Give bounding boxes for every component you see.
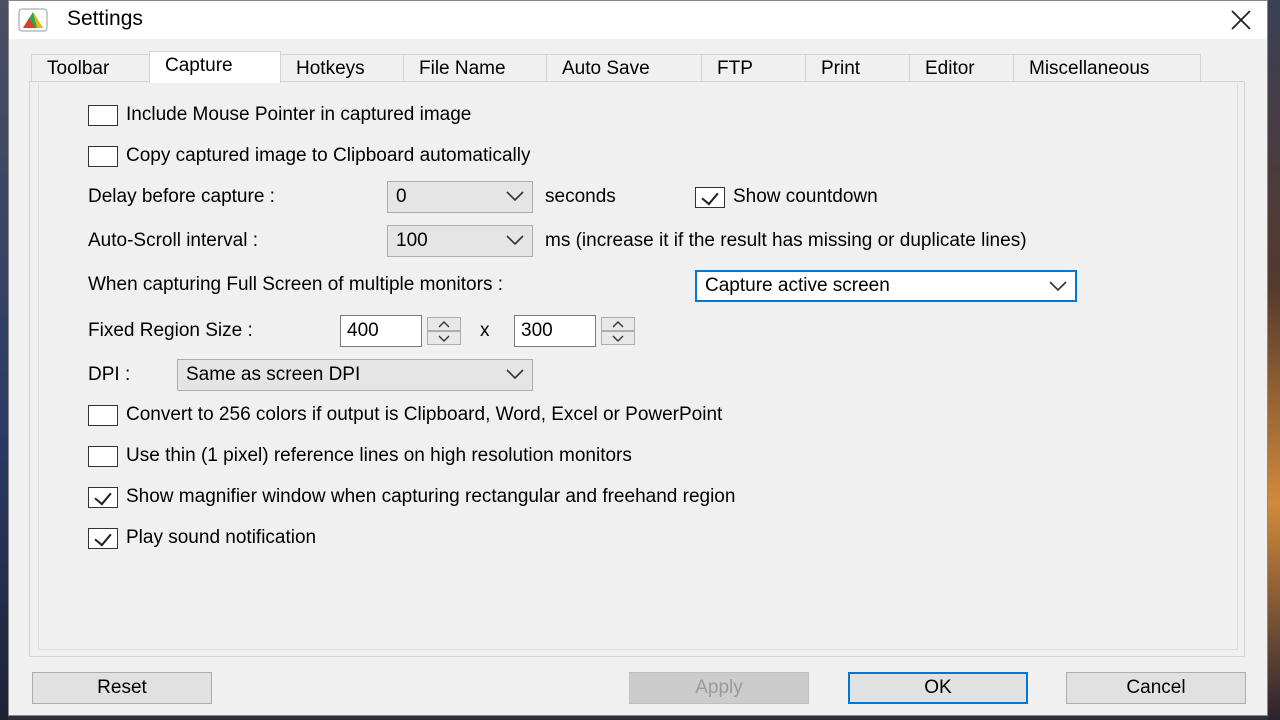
include-pointer-option[interactable]: Include Mouse Pointer in captured image (88, 104, 471, 126)
tab-toolbar[interactable]: Toolbar (31, 54, 150, 82)
chevron-down-icon (506, 235, 524, 246)
include-pointer-checkbox[interactable] (88, 104, 118, 126)
chevron-down-icon (506, 191, 524, 202)
show-countdown-label: Show countdown (733, 186, 878, 207)
chevron-down-icon (506, 369, 524, 380)
width-decrement-button[interactable] (427, 331, 461, 345)
convert-256-checkbox[interactable] (88, 404, 118, 426)
tab-auto-save[interactable]: Auto Save (546, 54, 702, 82)
tab-editor[interactable]: Editor (909, 54, 1014, 82)
copy-clipboard-checkbox[interactable] (88, 145, 118, 167)
autoscroll-label: Auto-Scroll interval : (88, 230, 259, 251)
multi-monitor-value: Capture active screen (705, 275, 890, 296)
sound-checkbox[interactable] (88, 527, 118, 549)
tab-capture[interactable]: Capture (149, 51, 281, 83)
multi-monitor-label: When capturing Full Screen of multiple m… (88, 274, 504, 295)
fixed-region-separator: x (480, 320, 490, 341)
tab-hotkeys[interactable]: Hotkeys (280, 54, 404, 82)
autoscroll-select[interactable]: 100 (387, 225, 533, 257)
desktop-background-right (1268, 0, 1280, 720)
height-decrement-button[interactable] (601, 331, 635, 345)
fixed-region-label: Fixed Region Size : (88, 320, 253, 341)
magnifier-label: Show magnifier window when capturing rec… (126, 486, 736, 507)
thin-lines-option[interactable]: Use thin (1 pixel) reference lines on hi… (88, 445, 632, 467)
fixed-region-height-input[interactable]: 300 (514, 315, 596, 347)
capture-tab-panel: Include Mouse Pointer in captured image … (29, 81, 1245, 657)
width-increment-button[interactable] (427, 317, 461, 331)
autoscroll-value: 100 (396, 230, 428, 251)
fixed-region-width-stepper (427, 317, 461, 345)
sound-option[interactable]: Play sound notification (88, 527, 316, 549)
magnifier-checkbox[interactable] (88, 486, 118, 508)
chevron-down-icon (1049, 281, 1067, 292)
delay-select[interactable]: 0 (387, 181, 533, 213)
reset-button[interactable]: Reset (32, 672, 212, 704)
tab-file-name[interactable]: File Name (403, 54, 547, 82)
window-title: Settings (67, 7, 143, 30)
include-pointer-label: Include Mouse Pointer in captured image (126, 104, 472, 125)
multi-monitor-select[interactable]: Capture active screen (695, 270, 1077, 302)
dpi-select[interactable]: Same as screen DPI (177, 359, 533, 391)
delay-unit-label: seconds (545, 186, 616, 207)
app-logo-icon (18, 8, 48, 32)
chevron-up-icon (438, 320, 450, 327)
chevron-down-icon (612, 335, 624, 342)
height-increment-button[interactable] (601, 317, 635, 331)
thin-lines-checkbox[interactable] (88, 445, 118, 467)
chevron-down-icon (438, 335, 450, 342)
copy-clipboard-label: Copy captured image to Clipboard automat… (126, 145, 531, 166)
chevron-up-icon (612, 320, 624, 327)
dpi-label: DPI : (88, 364, 131, 385)
tab-miscellaneous[interactable]: Miscellaneous (1013, 54, 1201, 82)
cancel-button[interactable]: Cancel (1066, 672, 1246, 704)
convert-256-option[interactable]: Convert to 256 colors if output is Clipb… (88, 404, 722, 426)
tab-ftp[interactable]: FTP (701, 54, 806, 82)
desktop-background-left (0, 0, 8, 720)
show-countdown-option[interactable]: Show countdown (695, 186, 878, 208)
dpi-value: Same as screen DPI (186, 364, 361, 385)
close-icon (1231, 10, 1251, 30)
close-button[interactable] (1215, 1, 1267, 39)
ok-button[interactable]: OK (848, 672, 1028, 704)
title-bar: Settings (9, 1, 1267, 39)
settings-dialog: Settings Toolbar Capture Hotkeys File Na… (8, 0, 1268, 716)
magnifier-option[interactable]: Show magnifier window when capturing rec… (88, 486, 735, 508)
autoscroll-note: ms (increase it if the result has missin… (545, 230, 1027, 251)
thin-lines-label: Use thin (1 pixel) reference lines on hi… (126, 445, 632, 466)
fixed-region-width-input[interactable]: 400 (340, 315, 422, 347)
show-countdown-checkbox[interactable] (695, 186, 725, 208)
convert-256-label: Convert to 256 colors if output is Clipb… (126, 404, 723, 425)
copy-clipboard-option[interactable]: Copy captured image to Clipboard automat… (88, 145, 531, 167)
apply-button[interactable]: Apply (629, 672, 809, 704)
sound-label: Play sound notification (126, 527, 317, 548)
tab-print[interactable]: Print (805, 54, 910, 82)
delay-value: 0 (396, 186, 407, 207)
delay-label: Delay before capture : (88, 186, 275, 207)
fixed-region-height-stepper (601, 317, 635, 345)
